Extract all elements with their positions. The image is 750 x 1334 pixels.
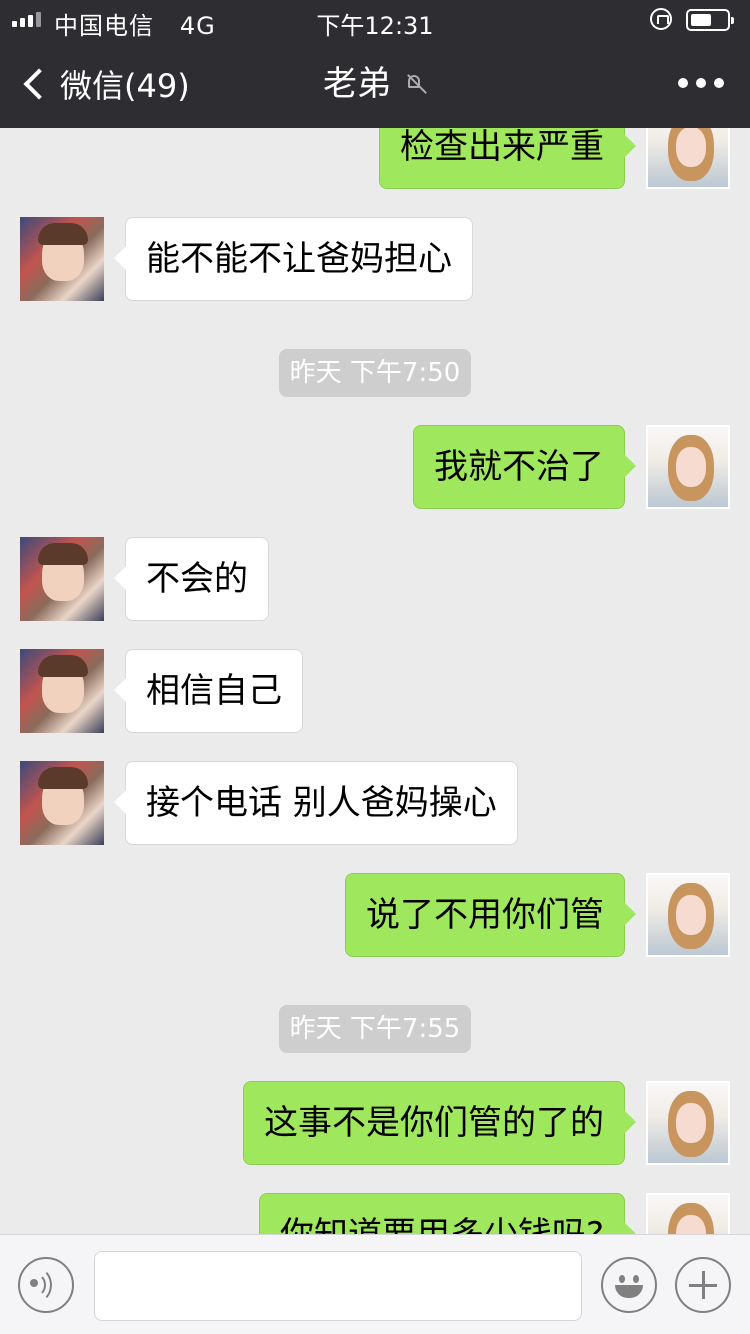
my-avatar[interactable] — [646, 1081, 730, 1165]
contact-avatar[interactable] — [20, 537, 104, 621]
message-bubble[interactable]: 相信自己 — [114, 649, 303, 733]
contact-avatar[interactable] — [20, 649, 104, 733]
message-input[interactable] — [94, 1251, 582, 1321]
status-bar: 中国电信 4G 下午12:31 — [0, 0, 750, 40]
message-bubble[interactable]: 接个电话 别人爸妈操心 — [114, 761, 518, 845]
input-bar — [0, 1234, 750, 1334]
message-bubble[interactable]: 你知道要用多少钱吗? — [258, 1193, 637, 1234]
message-outgoing: 检查出来严重 — [379, 128, 730, 189]
contact-avatar[interactable] — [20, 761, 104, 845]
message-incoming: 接个电话 别人爸妈操心 — [20, 761, 518, 845]
navigation-bar: 微信(49) 老弟 — [0, 40, 750, 128]
message-incoming: 相信自己 — [20, 649, 303, 733]
message-bubble[interactable]: 检查出来严重 — [379, 128, 636, 189]
more-options-button[interactable] — [678, 78, 724, 88]
message-bubble[interactable]: 能不能不让爸妈担心 — [114, 217, 473, 301]
battery-icon — [686, 9, 734, 31]
emoji-button[interactable] — [601, 1257, 657, 1313]
top-bar: 中国电信 4G 下午12:31 微信(49) 老弟 — [0, 0, 750, 128]
bell-slash-icon — [405, 73, 427, 95]
message-bubble[interactable]: 说了不用你们管 — [345, 873, 636, 957]
timestamp-label: 昨天 下午7:50 — [278, 349, 472, 397]
message-outgoing: 说了不用你们管 — [345, 873, 730, 957]
message-outgoing: 这事不是你们管的了的 — [243, 1081, 730, 1165]
status-time: 下午12:31 — [316, 12, 434, 40]
message-incoming: 不会的 — [20, 537, 269, 621]
more-dots-icon — [678, 78, 688, 88]
my-avatar[interactable] — [646, 128, 730, 189]
timestamp-divider: 昨天 下午7:55 — [0, 1005, 750, 1053]
my-avatar[interactable] — [646, 425, 730, 509]
message-outgoing: 你知道要用多少钱吗? — [258, 1193, 730, 1234]
message-bubble[interactable]: 我就不治了 — [413, 425, 636, 509]
my-avatar[interactable] — [646, 873, 730, 957]
chat-title: 老弟 — [323, 64, 391, 104]
chat-title-wrap: 老弟 — [0, 40, 750, 128]
chat-area[interactable]: 检查出来严重 能不能不让爸妈担心 昨天 下午7:50 我就不治了 不会的 相信自… — [0, 128, 750, 1234]
contact-avatar[interactable] — [20, 217, 104, 301]
message-outgoing: 我就不治了 — [413, 425, 730, 509]
message-bubble[interactable]: 这事不是你们管的了的 — [243, 1081, 636, 1165]
plus-button[interactable] — [675, 1257, 731, 1313]
timestamp-divider: 昨天 下午7:50 — [0, 349, 750, 397]
rotation-lock-icon — [650, 8, 672, 30]
message-bubble[interactable]: 不会的 — [114, 537, 269, 621]
message-incoming: 能不能不让爸妈担心 — [20, 217, 473, 301]
my-avatar[interactable] — [646, 1193, 730, 1234]
voice-button[interactable] — [18, 1257, 74, 1313]
timestamp-label: 昨天 下午7:55 — [278, 1005, 472, 1053]
